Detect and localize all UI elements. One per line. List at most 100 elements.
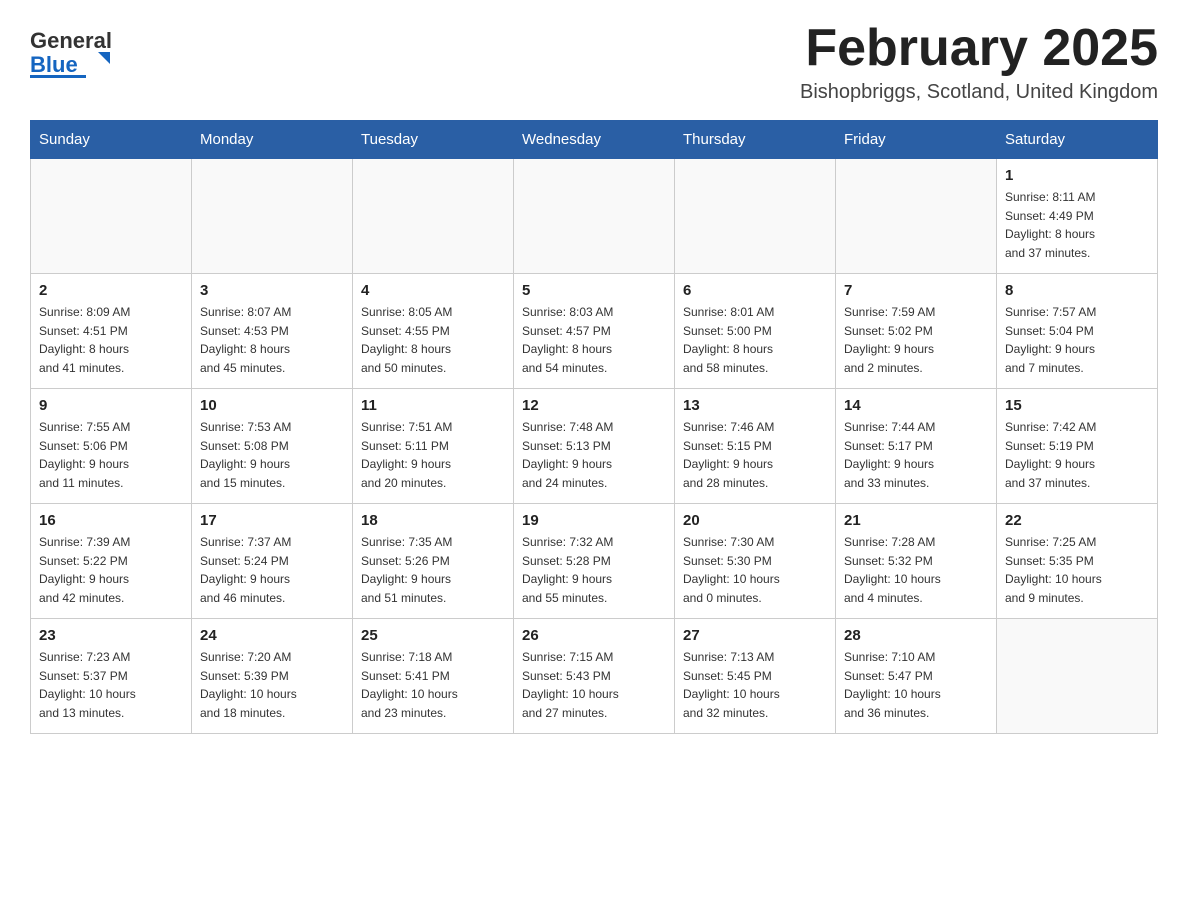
calendar-cell [836, 159, 997, 274]
weekday-header-monday: Monday [192, 121, 353, 159]
day-number: 14 [844, 397, 988, 414]
calendar-cell: 20 Sunrise: 7:30 AM Sunset: 5:30 PM Dayli… [675, 504, 836, 619]
day-info: Sunrise: 8:03 AM Sunset: 4:57 PM Dayligh… [522, 303, 666, 377]
calendar-cell: 26 Sunrise: 7:15 AM Sunset: 5:43 PM Dayli… [514, 619, 675, 734]
calendar-cell: 3 Sunrise: 8:07 AM Sunset: 4:53 PM Daylig… [192, 274, 353, 389]
day-number: 19 [522, 512, 666, 529]
day-number: 15 [1005, 397, 1149, 414]
day-number: 27 [683, 627, 827, 644]
calendar-cell [997, 619, 1158, 734]
calendar-cell: 2 Sunrise: 8:09 AM Sunset: 4:51 PM Daylig… [31, 274, 192, 389]
day-number: 17 [200, 512, 344, 529]
calendar-cell: 6Sunrise: 8:01 AM Sunset: 5:00 PM Daylig… [675, 274, 836, 389]
day-number: 28 [844, 627, 988, 644]
day-number: 7 [844, 282, 988, 299]
day-info: Sunrise: 8:05 AM Sunset: 4:55 PM Dayligh… [361, 303, 505, 377]
day-info: Sunrise: 7:32 AM Sunset: 5:28 PM Dayligh… [522, 533, 666, 607]
week-row-3: 9 Sunrise: 7:55 AM Sunset: 5:06 PM Daylig… [31, 389, 1158, 504]
calendar-cell: 10 Sunrise: 7:53 AM Sunset: 5:08 PM Dayli… [192, 389, 353, 504]
day-info: Sunrise: 7:39 AM Sunset: 5:22 PM Dayligh… [39, 533, 183, 607]
day-number: 2 [39, 282, 183, 299]
calendar-cell: 11 Sunrise: 7:51 AM Sunset: 5:11 PM Dayli… [353, 389, 514, 504]
calendar-cell: 18 Sunrise: 7:35 AM Sunset: 5:26 PM Dayli… [353, 504, 514, 619]
calendar-cell: 8 Sunrise: 7:57 AM Sunset: 5:04 PM Daylig… [997, 274, 1158, 389]
svg-text:Blue: Blue [30, 52, 78, 77]
day-info: Sunrise: 7:18 AM Sunset: 5:41 PM Dayligh… [361, 648, 505, 722]
month-title: February 2025 [800, 20, 1158, 77]
logo: General Blue [30, 20, 120, 80]
day-info: Sunrise: 7:53 AM Sunset: 5:08 PM Dayligh… [200, 418, 344, 492]
day-number: 20 [683, 512, 827, 529]
calendar-cell: 27 Sunrise: 7:13 AM Sunset: 5:45 PM Dayli… [675, 619, 836, 734]
day-info: Sunrise: 7:30 AM Sunset: 5:30 PM Dayligh… [683, 533, 827, 607]
weekday-header-sunday: Sunday [31, 121, 192, 159]
day-number: 13 [683, 397, 827, 414]
day-number: 4 [361, 282, 505, 299]
day-info: Sunrise: 8:07 AM Sunset: 4:53 PM Dayligh… [200, 303, 344, 377]
calendar-cell: 22 Sunrise: 7:25 AM Sunset: 5:35 PM Dayli… [997, 504, 1158, 619]
day-info: Sunrise: 7:44 AM Sunset: 5:17 PM Dayligh… [844, 418, 988, 492]
week-row-2: 2 Sunrise: 8:09 AM Sunset: 4:51 PM Daylig… [31, 274, 1158, 389]
weekday-header-friday: Friday [836, 121, 997, 159]
weekday-header-wednesday: Wednesday [514, 121, 675, 159]
day-number: 23 [39, 627, 183, 644]
calendar-cell: 9 Sunrise: 7:55 AM Sunset: 5:06 PM Daylig… [31, 389, 192, 504]
day-number: 1 [1005, 167, 1149, 184]
day-info: Sunrise: 7:42 AM Sunset: 5:19 PM Dayligh… [1005, 418, 1149, 492]
calendar-cell: 16 Sunrise: 7:39 AM Sunset: 5:22 PM Dayli… [31, 504, 192, 619]
calendar-cell: 15 Sunrise: 7:42 AM Sunset: 5:19 PM Dayli… [997, 389, 1158, 504]
calendar-cell: 23Sunrise: 7:23 AM Sunset: 5:37 PM Dayli… [31, 619, 192, 734]
day-number: 18 [361, 512, 505, 529]
calendar-cell [514, 159, 675, 274]
day-number: 3 [200, 282, 344, 299]
day-info: Sunrise: 7:37 AM Sunset: 5:24 PM Dayligh… [200, 533, 344, 607]
day-info: Sunrise: 7:20 AM Sunset: 5:39 PM Dayligh… [200, 648, 344, 722]
calendar-cell: 21 Sunrise: 7:28 AM Sunset: 5:32 PM Dayli… [836, 504, 997, 619]
svg-text:General: General [30, 28, 112, 53]
calendar-cell: 14 Sunrise: 7:44 AM Sunset: 5:17 PM Dayli… [836, 389, 997, 504]
day-info: Sunrise: 7:10 AM Sunset: 5:47 PM Dayligh… [844, 648, 988, 722]
day-number: 9 [39, 397, 183, 414]
calendar-cell [675, 159, 836, 274]
day-number: 12 [522, 397, 666, 414]
day-info: Sunrise: 8:11 AM Sunset: 4:49 PM Dayligh… [1005, 188, 1149, 262]
calendar-cell: 24 Sunrise: 7:20 AM Sunset: 5:39 PM Dayli… [192, 619, 353, 734]
day-info: Sunrise: 8:09 AM Sunset: 4:51 PM Dayligh… [39, 303, 183, 377]
day-number: 5 [522, 282, 666, 299]
day-info: Sunrise: 7:51 AM Sunset: 5:11 PM Dayligh… [361, 418, 505, 492]
day-info: Sunrise: 7:13 AM Sunset: 5:45 PM Dayligh… [683, 648, 827, 722]
day-number: 16 [39, 512, 183, 529]
day-info: Sunrise: 7:59 AM Sunset: 5:02 PM Dayligh… [844, 303, 988, 377]
day-info: Sunrise: 7:46 AM Sunset: 5:15 PM Dayligh… [683, 418, 827, 492]
week-row-4: 16 Sunrise: 7:39 AM Sunset: 5:22 PM Dayli… [31, 504, 1158, 619]
day-number: 21 [844, 512, 988, 529]
day-info: Sunrise: 7:48 AM Sunset: 5:13 PM Dayligh… [522, 418, 666, 492]
day-number: 25 [361, 627, 505, 644]
day-info: Sunrise: 7:25 AM Sunset: 5:35 PM Dayligh… [1005, 533, 1149, 607]
day-info: Sunrise: 7:15 AM Sunset: 5:43 PM Dayligh… [522, 648, 666, 722]
calendar-cell: 17 Sunrise: 7:37 AM Sunset: 5:24 PM Dayli… [192, 504, 353, 619]
day-number: 8 [1005, 282, 1149, 299]
day-number: 24 [200, 627, 344, 644]
calendar-cell: 7 Sunrise: 7:59 AM Sunset: 5:02 PM Daylig… [836, 274, 997, 389]
weekday-header-saturday: Saturday [997, 121, 1158, 159]
calendar-cell: 5 Sunrise: 8:03 AM Sunset: 4:57 PM Daylig… [514, 274, 675, 389]
calendar-cell: 19 Sunrise: 7:32 AM Sunset: 5:28 PM Dayli… [514, 504, 675, 619]
day-number: 22 [1005, 512, 1149, 529]
calendar-cell: 13 Sunrise: 7:46 AM Sunset: 5:15 PM Dayli… [675, 389, 836, 504]
day-info: Sunrise: 7:57 AM Sunset: 5:04 PM Dayligh… [1005, 303, 1149, 377]
day-number: 11 [361, 397, 505, 414]
logo-icon: General Blue [30, 20, 120, 80]
calendar-cell: 28 Sunrise: 7:10 AM Sunset: 5:47 PM Dayli… [836, 619, 997, 734]
day-info: Sunrise: 8:01 AM Sunset: 5:00 PM Dayligh… [683, 303, 827, 377]
day-info: Sunrise: 7:55 AM Sunset: 5:06 PM Dayligh… [39, 418, 183, 492]
calendar-cell: 1 Sunrise: 8:11 AM Sunset: 4:49 PM Daylig… [997, 159, 1158, 274]
day-info: Sunrise: 7:35 AM Sunset: 5:26 PM Dayligh… [361, 533, 505, 607]
calendar-cell: 12 Sunrise: 7:48 AM Sunset: 5:13 PM Dayli… [514, 389, 675, 504]
weekday-header-thursday: Thursday [675, 121, 836, 159]
day-number: 26 [522, 627, 666, 644]
day-number: 10 [200, 397, 344, 414]
week-row-5: 23Sunrise: 7:23 AM Sunset: 5:37 PM Dayli… [31, 619, 1158, 734]
day-info: Sunrise: 7:28 AM Sunset: 5:32 PM Dayligh… [844, 533, 988, 607]
calendar-cell: 25 Sunrise: 7:18 AM Sunset: 5:41 PM Dayli… [353, 619, 514, 734]
